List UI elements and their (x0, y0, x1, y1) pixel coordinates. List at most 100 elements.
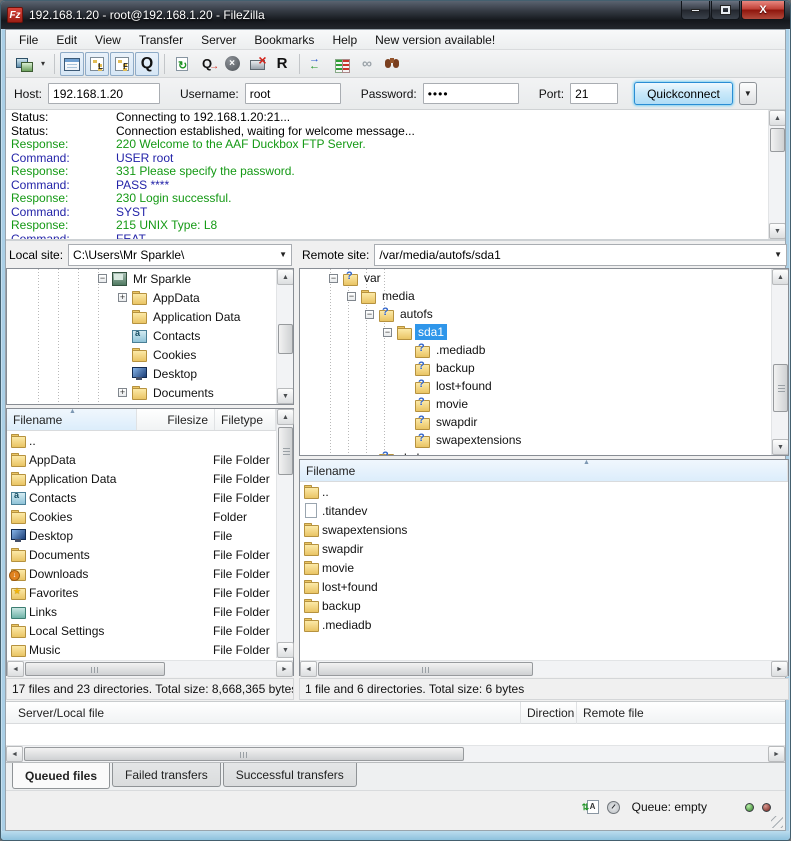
tree-expander[interactable]: − (383, 328, 392, 337)
file-row[interactable]: Desktop File (7, 526, 276, 545)
file-row[interactable]: movie (300, 558, 788, 577)
scroll-down-button[interactable]: ▼ (277, 642, 294, 658)
menu-item[interactable]: View (86, 31, 130, 49)
synchronized-browsing-button[interactable]: ∞ (355, 52, 379, 76)
file-row[interactable]: .mediadb (300, 615, 788, 634)
tree-expander[interactable]: + (118, 388, 127, 397)
scroll-right-button[interactable]: ► (768, 746, 785, 762)
file-row[interactable]: backup (300, 596, 788, 615)
tree-item[interactable]: − media (300, 287, 788, 305)
local-list-scrollbar[interactable]: ▲ ▼ (276, 409, 293, 658)
scroll-right-button[interactable]: ► (771, 661, 788, 677)
file-row[interactable]: Downloads File Folder (7, 564, 276, 583)
tree-item[interactable]: backup (300, 359, 788, 377)
close-button[interactable]: X (741, 1, 785, 20)
directory-comparison-button[interactable] (330, 52, 354, 76)
maximize-button[interactable] (711, 1, 740, 20)
remote-tree-scroll-thumb[interactable] (773, 364, 788, 412)
menu-item[interactable]: Edit (47, 31, 86, 49)
scroll-up-button[interactable]: ▲ (769, 110, 785, 126)
column-header-filename[interactable]: Filename ▲ (300, 460, 788, 481)
tree-expander[interactable]: − (329, 274, 338, 283)
file-row[interactable]: Music File Folder (7, 640, 276, 659)
file-row[interactable]: swapdir (300, 539, 788, 558)
queue-hscroll-thumb[interactable] (24, 747, 464, 761)
log-scroll-thumb[interactable] (770, 128, 785, 152)
file-row[interactable]: Application Data File Folder (7, 469, 276, 488)
tree-expander[interactable]: − (347, 292, 356, 301)
tab-failed-transfers[interactable]: Failed transfers (112, 763, 221, 787)
tree-item[interactable]: .mediadb (300, 341, 788, 359)
password-input[interactable] (423, 83, 519, 104)
reconnect-button[interactable]: R (270, 52, 294, 76)
file-row[interactable]: Local Settings File Folder (7, 621, 276, 640)
tab-successful-transfers[interactable]: Successful transfers (223, 763, 357, 787)
site-manager-dropdown[interactable]: ▾ (37, 52, 49, 76)
toggle-local-tree-button[interactable] (85, 52, 109, 76)
tree-item[interactable]: movie (300, 395, 788, 413)
host-input[interactable] (48, 83, 160, 104)
local-list-scroll-thumb[interactable] (278, 427, 293, 475)
refresh-button[interactable] (170, 52, 194, 76)
file-row[interactable]: AppData File Folder (7, 450, 276, 469)
file-row[interactable]: Favorites File Folder (7, 583, 276, 602)
file-row[interactable]: Documents File Folder (7, 545, 276, 564)
speedometer-icon[interactable] (607, 801, 620, 814)
column-header-remote-file[interactable]: Remote file (576, 702, 785, 724)
site-manager-button[interactable] (12, 52, 36, 76)
disconnect-button[interactable] (245, 52, 269, 76)
column-header-local-file[interactable]: Server/Local file (6, 702, 520, 724)
tree-item[interactable]: swapextensions (300, 431, 788, 449)
scroll-left-button[interactable]: ◄ (300, 661, 317, 677)
tree-item[interactable]: dvd (300, 449, 788, 455)
local-list-hscrollbar[interactable]: ◄ ► (7, 660, 293, 677)
remote-site-combo[interactable]: /var/media/autofs/sda1 ▼ (374, 244, 787, 266)
tree-item[interactable]: swapdir (300, 413, 788, 431)
toggle-queue-button[interactable]: Q (135, 52, 159, 76)
local-tree-scroll-thumb[interactable] (278, 324, 293, 354)
toggle-message-log-button[interactable] (60, 52, 84, 76)
quickconnect-dropdown[interactable]: ▼ (739, 82, 757, 105)
scroll-left-button[interactable]: ◄ (7, 661, 24, 677)
scroll-up-button[interactable]: ▲ (277, 409, 294, 425)
tree-item[interactable]: + Documents (7, 383, 293, 402)
tree-expander[interactable]: − (365, 310, 374, 319)
transfer-type-icon[interactable] (587, 800, 599, 814)
column-header-filesize[interactable]: Filesize (137, 409, 215, 430)
scroll-down-button[interactable]: ▼ (277, 388, 294, 404)
toggle-remote-tree-button[interactable] (110, 52, 134, 76)
menu-item[interactable]: Transfer (130, 31, 192, 49)
remote-tree-scrollbar[interactable]: ▲ ▼ (771, 269, 788, 455)
scroll-down-button[interactable]: ▼ (769, 223, 785, 239)
queue-hscrollbar[interactable]: ◄ ► (6, 745, 785, 762)
remote-list-hscrollbar[interactable]: ◄ ► (300, 660, 788, 677)
remote-list-hscroll-thumb[interactable] (318, 662, 533, 676)
menu-item[interactable]: File (10, 31, 47, 49)
tree-item[interactable]: + Downloads (7, 402, 293, 404)
file-row[interactable]: lost+found (300, 577, 788, 596)
tree-item[interactable]: − var (300, 269, 788, 287)
local-site-combo[interactable]: C:\Users\Mr Sparkle\ ▼ (68, 244, 292, 266)
log-scrollbar[interactable]: ▲ ▼ (768, 110, 785, 239)
quickconnect-button[interactable]: Quickconnect (634, 82, 733, 105)
scroll-down-button[interactable]: ▼ (772, 439, 789, 455)
tree-item[interactable]: − Mr Sparkle (7, 269, 293, 288)
local-list-hscroll-thumb[interactable] (25, 662, 165, 676)
file-row[interactable]: .titandev (300, 501, 788, 520)
tree-item[interactable]: lost+found (300, 377, 788, 395)
tree-item[interactable]: + AppData (7, 288, 293, 307)
file-row[interactable]: Cookies Folder (7, 507, 276, 526)
queue-body[interactable] (6, 724, 785, 745)
tree-item[interactable]: Desktop (7, 364, 293, 383)
scroll-right-button[interactable]: ► (276, 661, 293, 677)
local-tree-scrollbar[interactable]: ▲ ▼ (276, 269, 293, 404)
title-bar[interactable]: Fz 192.168.1.20 - root@192.168.1.20 - Fi… (1, 1, 790, 29)
port-input[interactable] (570, 83, 618, 104)
synchronize-button[interactable] (305, 52, 329, 76)
column-header-filetype[interactable]: Filetype (215, 409, 276, 430)
file-row[interactable]: .. (300, 482, 788, 501)
menu-item[interactable]: Help (323, 31, 366, 49)
menu-item[interactable]: New version available! (366, 31, 504, 49)
tree-item[interactable]: − autofs (300, 305, 788, 323)
scroll-left-button[interactable]: ◄ (6, 746, 23, 762)
